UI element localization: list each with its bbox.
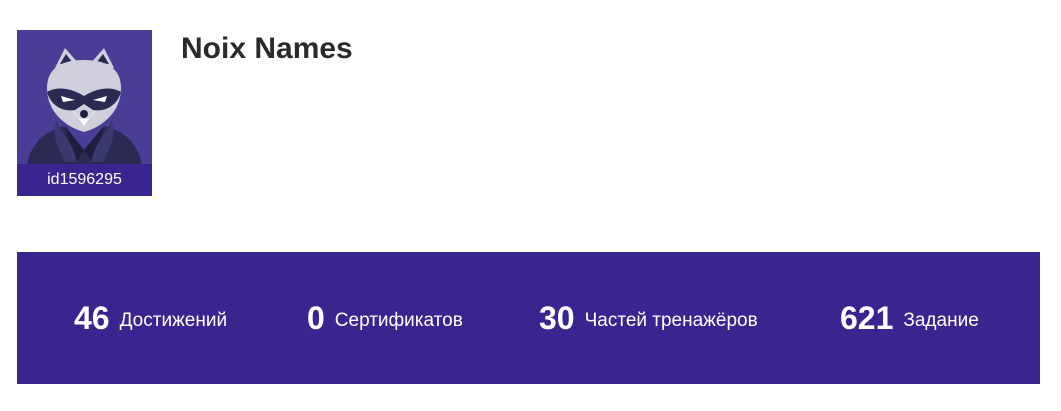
stat-label: Достижений — [119, 310, 228, 331]
stat-label: Сертификатов — [334, 310, 463, 331]
avatar[interactable]: id1596295 — [17, 30, 152, 196]
stat-achievements[interactable]: 46 Достижений — [74, 252, 227, 384]
raccoon-avatar-icon — [17, 30, 152, 165]
stat-label: Частей тренажёров — [584, 310, 758, 331]
stat-certificates[interactable]: 0 Сертификатов — [307, 252, 463, 384]
stat-trainer-parts[interactable]: 30 Частей тренажёров — [539, 252, 758, 384]
stat-value: 30 — [539, 299, 575, 336]
stat-value: 46 — [74, 299, 110, 336]
user-name: Noix Names — [181, 32, 353, 65]
stats-bar: 46 Достижений 0 Сертификатов 30 Частей т… — [17, 252, 1040, 384]
stat-tasks[interactable]: 621 Задание — [840, 252, 979, 384]
stat-value: 621 — [840, 299, 894, 336]
stat-value: 0 — [307, 299, 325, 336]
user-id-label: id1596295 — [17, 164, 152, 196]
stat-label: Задание — [903, 310, 979, 331]
